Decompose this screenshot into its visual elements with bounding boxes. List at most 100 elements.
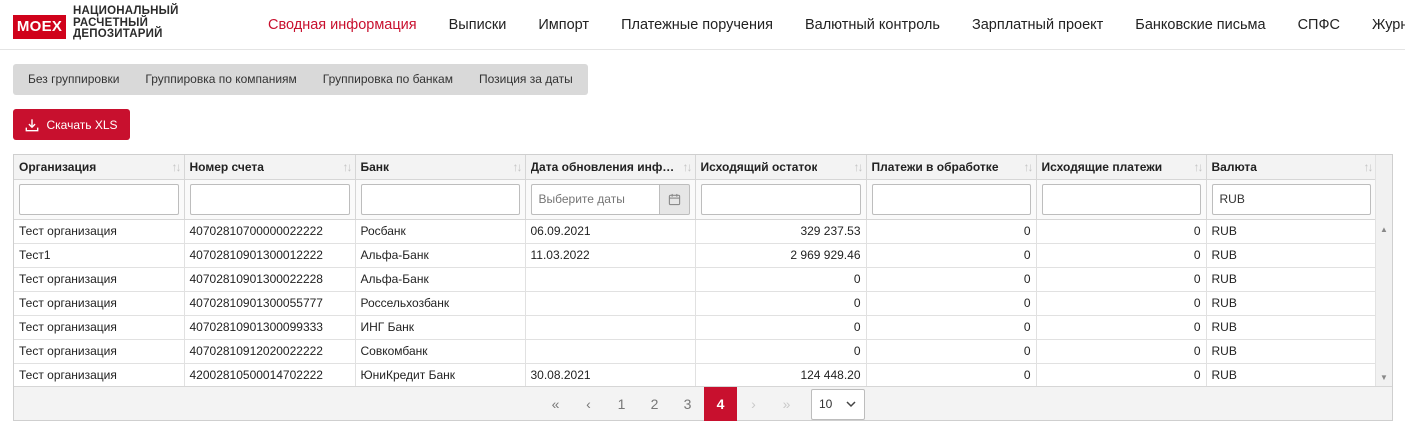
main-nav: Сводная информация Выписки Импорт Платеж…: [252, 0, 1405, 50]
calendar-button[interactable]: [658, 183, 690, 215]
column-header-bank[interactable]: Банк ↑↓: [355, 155, 526, 180]
chevron-down-icon: [846, 401, 856, 408]
tab-position-by-dates[interactable]: Позиция за даты: [466, 64, 586, 95]
page-button-1[interactable]: 1: [605, 387, 638, 421]
nav-journal[interactable]: Журнал: [1356, 17, 1405, 33]
sort-icon[interactable]: ↑↓: [343, 160, 353, 174]
filter-row: [14, 179, 1377, 220]
sort-icon[interactable]: ↑↓: [1364, 160, 1374, 174]
scroll-up-icon[interactable]: ▲: [1380, 225, 1388, 234]
nav-currency-control[interactable]: Валютный контроль: [789, 17, 956, 33]
column-header-outgoing[interactable]: Исходящие платежи ↑↓: [1036, 155, 1207, 180]
cell-outgoing: 0: [1036, 267, 1207, 292]
tab-group-by-bank[interactable]: Группировка по банкам: [310, 64, 466, 95]
cell-bank: Совкомбанк: [355, 339, 526, 364]
cell-organization: Тест организация: [14, 315, 185, 340]
cell-update-date: [525, 291, 696, 316]
cell-processing: 0: [866, 267, 1037, 292]
nav-bank-letters[interactable]: Банковские письма: [1119, 17, 1281, 33]
page-button-3[interactable]: 3: [671, 387, 704, 421]
nav-salary-project[interactable]: Зарплатный проект: [956, 17, 1119, 33]
table-row[interactable]: Тест организация 42002810500014702222 Юн…: [14, 363, 1377, 388]
sort-icon[interactable]: ↑↓: [172, 160, 182, 174]
filter-outgoing-input[interactable]: [1041, 183, 1201, 215]
sort-icon[interactable]: ↑↓: [1194, 160, 1204, 174]
cell-outgoing: 0: [1036, 243, 1207, 268]
cell-processing: 0: [866, 291, 1037, 316]
tab-group-by-company[interactable]: Группировка по компаниям: [132, 64, 309, 95]
cell-currency: RUB: [1206, 339, 1377, 364]
nav-import[interactable]: Импорт: [522, 17, 605, 33]
column-header-processing[interactable]: Платежи в обработке ↑↓: [866, 155, 1037, 180]
nav-summary[interactable]: Сводная информация: [252, 17, 433, 33]
logo-badge: MOEX: [13, 15, 66, 39]
page-button-2[interactable]: 2: [638, 387, 671, 421]
table-row[interactable]: Тест организация 40702810901300099333 ИН…: [14, 315, 1377, 340]
sort-icon[interactable]: ↑↓: [683, 160, 693, 174]
logo[interactable]: MOEX НАЦИОНАЛЬНЫЙ РАСЧЕТНЫЙ ДЕПОЗИТАРИЙ: [13, 5, 213, 44]
table-row[interactable]: Тест организация 40702810912020022222 Со…: [14, 339, 1377, 364]
cell-currency: RUB: [1206, 267, 1377, 292]
first-page-button[interactable]: «: [539, 387, 572, 421]
cell-balance: 0: [695, 291, 867, 316]
grid-scrollbar[interactable]: ▲ ▼: [1375, 155, 1392, 386]
cell-update-date: 06.09.2021: [525, 219, 696, 244]
cell-currency: RUB: [1206, 291, 1377, 316]
nav-payment-orders[interactable]: Платежные поручения: [605, 17, 789, 33]
page-size-select[interactable]: 10: [811, 388, 865, 420]
sort-icon[interactable]: ↑↓: [854, 160, 864, 174]
cell-balance: 329 237.53: [695, 219, 867, 244]
cell-account: 40702810901300012222: [184, 243, 356, 268]
cell-bank: ИНГ Банк: [355, 315, 526, 340]
cell-update-date: [525, 339, 696, 364]
calendar-icon: [668, 193, 680, 205]
last-page-button[interactable]: »: [770, 387, 803, 421]
cell-outgoing: 0: [1036, 363, 1207, 388]
download-xls-label: Скачать XLS: [46, 117, 118, 132]
download-xls-button[interactable]: Скачать XLS: [13, 109, 130, 140]
cell-organization: Тест1: [14, 243, 185, 268]
filter-date-input[interactable]: [530, 183, 659, 215]
nav-statements[interactable]: Выписки: [433, 17, 523, 33]
cell-organization: Тест организация: [14, 219, 185, 244]
grouping-tabs: Без группировки Группировка по компаниям…: [13, 64, 588, 95]
sort-icon[interactable]: ↑↓: [1024, 160, 1034, 174]
sort-icon[interactable]: ↑↓: [513, 160, 523, 174]
table-row[interactable]: Тест организация 40702810901300055777 Ро…: [14, 291, 1377, 316]
nav-spfs[interactable]: СПФС: [1282, 17, 1356, 33]
cell-account: 42002810500014702222: [184, 363, 356, 388]
table-row[interactable]: Тест организация 40702810700000022222 Ро…: [14, 219, 1377, 244]
filter-currency-input[interactable]: [1211, 183, 1371, 215]
filter-bank-input[interactable]: [360, 183, 520, 215]
cell-currency: RUB: [1206, 315, 1377, 340]
cell-account: 40702810901300055777: [184, 291, 356, 316]
page-size-value: 10: [819, 397, 833, 411]
header-row: Организация ↑↓ Номер счета ↑↓ Банк ↑↓ Дата …: [14, 155, 1377, 180]
column-header-account[interactable]: Номер счета ↑↓: [184, 155, 356, 180]
cell-account: 40702810901300022228: [184, 267, 356, 292]
page-button-4[interactable]: 4: [704, 387, 737, 421]
table-row[interactable]: Тест1 40702810901300012222 Альфа-Банк 11…: [14, 243, 1377, 268]
column-header-currency[interactable]: Валюта ↑↓: [1206, 155, 1377, 180]
prev-page-button[interactable]: ‹: [572, 387, 605, 421]
cell-bank: Альфа-Банк: [355, 243, 526, 268]
column-header-balance[interactable]: Исходящий остаток ↑↓: [695, 155, 867, 180]
cell-outgoing: 0: [1036, 339, 1207, 364]
filter-processing-input[interactable]: [871, 183, 1031, 215]
tab-no-grouping[interactable]: Без группировки: [15, 64, 132, 95]
cell-balance: 0: [695, 267, 867, 292]
pager: « ‹ 1 2 3 4 › » 10: [14, 386, 1392, 421]
cell-balance: 124 448.20: [695, 363, 867, 388]
filter-account-input[interactable]: [189, 183, 350, 215]
column-header-update-date[interactable]: Дата обновления инфор... ↑↓: [525, 155, 696, 180]
filter-organization-input[interactable]: [19, 183, 179, 215]
filter-balance-input[interactable]: [700, 183, 861, 215]
cell-account: 40702810700000022222: [184, 219, 356, 244]
cell-balance: 0: [695, 339, 867, 364]
table-row[interactable]: Тест организация 40702810901300022228 Ал…: [14, 267, 1377, 292]
next-page-button[interactable]: ›: [737, 387, 770, 421]
download-icon: [26, 118, 39, 131]
column-header-organization[interactable]: Организация ↑↓: [14, 155, 185, 180]
scroll-down-icon[interactable]: ▼: [1380, 373, 1388, 382]
cell-processing: 0: [866, 219, 1037, 244]
